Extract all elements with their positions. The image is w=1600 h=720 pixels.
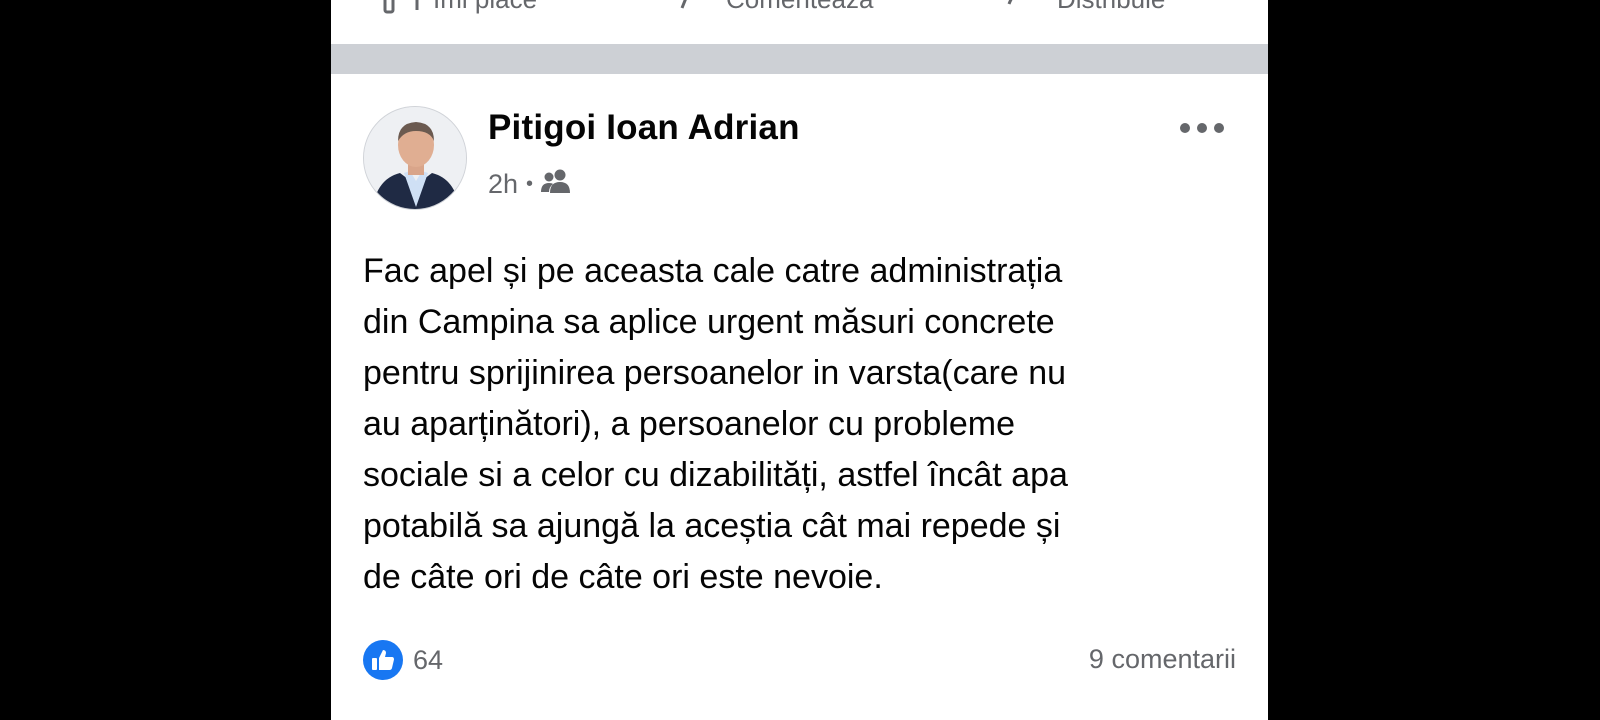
comment-label: Comentează — [726, 0, 873, 15]
like-button[interactable]: Îmi place — [383, 0, 537, 14]
like-icon — [363, 640, 403, 680]
post-card: Pitigoi Ioan Adrian 2h • Fac apel și pe … — [331, 74, 1268, 720]
previous-post-action-bar: Îmi place Comentează Distribuie — [331, 0, 1268, 44]
phone-screen: Îmi place Comentează Distribuie — [331, 0, 1268, 720]
reactions-summary[interactable]: 64 — [363, 640, 443, 680]
meta-separator: • — [526, 173, 534, 195]
comment-bubble-icon — [676, 0, 712, 14]
thumbs-up-icon — [383, 0, 419, 14]
share-button[interactable]: Distribuie — [1007, 0, 1165, 14]
author-name[interactable]: Pitigoi Ioan Adrian — [488, 108, 800, 148]
share-label: Distribuie — [1057, 0, 1165, 15]
like-label: Îmi place — [433, 0, 537, 15]
more-options-icon[interactable] — [1177, 120, 1227, 136]
feed-separator — [331, 44, 1268, 74]
reactions-count: 64 — [413, 644, 444, 675]
share-arrow-icon — [1007, 0, 1043, 14]
post-time[interactable]: 2h — [488, 169, 518, 200]
post-text: Fac apel și pe aceasta cale catre admini… — [363, 252, 1068, 596]
comments-count[interactable]: 9 comentarii — [1089, 644, 1236, 675]
post-meta: 2h • — [488, 168, 571, 201]
avatar[interactable] — [363, 106, 467, 210]
comment-button[interactable]: Comentează — [676, 0, 873, 14]
friends-icon — [541, 168, 571, 201]
